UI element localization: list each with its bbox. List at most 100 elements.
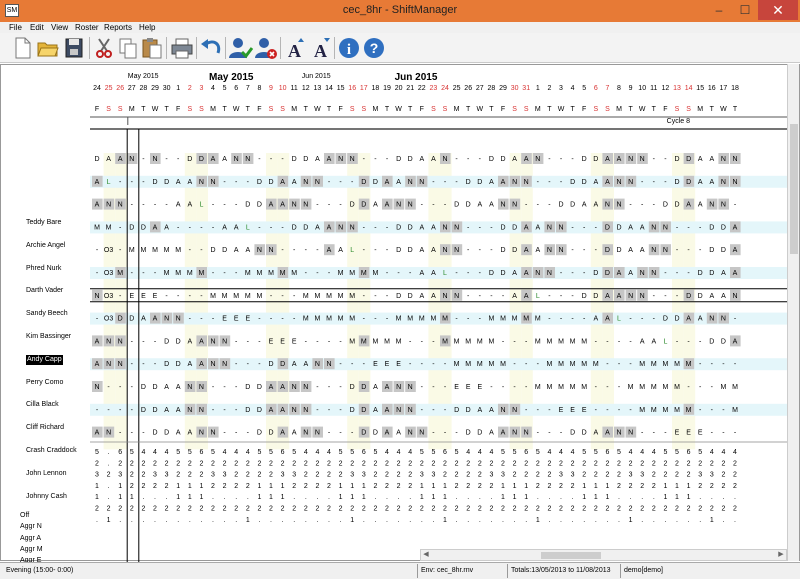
summary-value: 6 (443, 449, 447, 456)
status-shift: Evening (15:00- 0:00) (6, 567, 74, 574)
weekday-letter: T (304, 106, 309, 113)
status-bar: Evening (15:00- 0:00) Env: cec_8hr.rnv T… (0, 562, 800, 579)
weekday-letter: W (314, 106, 321, 113)
staff-name[interactable]: Johnny Cash (26, 492, 67, 502)
minimize-button[interactable]: – (706, 0, 732, 20)
scroll-right-arrow-icon[interactable]: ▶ (776, 550, 786, 560)
staff-name[interactable]: Darth Vader (26, 286, 63, 296)
staff-name[interactable]: Crash Craddock (26, 446, 77, 456)
shift-code: A (199, 338, 204, 345)
shift-code: A (698, 202, 703, 209)
new-file-icon[interactable] (9, 35, 35, 61)
staff-name[interactable]: Andy Capp (26, 354, 63, 365)
shift-code: - (339, 430, 342, 437)
staff-name[interactable]: Sandy Beech (26, 309, 68, 319)
day-number: 4 (571, 85, 575, 92)
shift-code: D (361, 407, 366, 414)
day-number: 8 (617, 85, 621, 92)
add-user-icon[interactable] (227, 35, 254, 61)
shift-code: A (176, 430, 181, 437)
summary-value: 5 (501, 449, 505, 456)
print-icon[interactable] (169, 35, 195, 61)
summary-value: 2 (176, 472, 180, 479)
shift-code: - (165, 202, 168, 209)
close-button[interactable]: ✕ (758, 0, 798, 20)
font-increase-icon[interactable]: A (282, 35, 308, 61)
summary-value: 1 (513, 494, 517, 501)
weekday-letter: M (291, 106, 297, 113)
vertical-scroll-thumb[interactable] (790, 124, 798, 254)
roster-grid[interactable]: May 2015 May 2015 Jun 2015 Jun 2015 24 F 25 S 26… (90, 65, 790, 562)
paste-icon[interactable] (139, 35, 165, 61)
cut-icon[interactable] (91, 35, 117, 61)
staff-name[interactable]: Phred Nurk (26, 264, 61, 274)
summary-value: 2 (431, 460, 435, 467)
summary-value: 2 (130, 506, 134, 513)
shift-code: - (467, 156, 470, 163)
scroll-left-arrow-icon[interactable]: ◀ (421, 550, 431, 560)
shift-code: - (455, 430, 458, 437)
summary-value: 2 (385, 483, 389, 490)
remove-user-icon[interactable] (253, 35, 279, 61)
weekday-letter: S (118, 106, 123, 113)
summary-value: 2 (629, 460, 633, 467)
shift-code: - (293, 247, 296, 254)
horizontal-scrollbar[interactable]: ◀ ▶ (420, 549, 787, 561)
summary-value: . (734, 494, 736, 501)
shift-code: D (350, 407, 355, 414)
horizontal-scroll-thumb[interactable] (541, 552, 601, 559)
staff-name[interactable]: John Lennon (26, 469, 66, 479)
menu-file[interactable]: File (9, 22, 22, 33)
shift-code: A (292, 179, 297, 186)
save-icon[interactable] (61, 35, 87, 61)
shift-code: - (653, 202, 656, 209)
shift-code: N (106, 361, 111, 368)
staff-name[interactable]: Cilla Black (26, 400, 59, 410)
copy-icon[interactable] (115, 35, 141, 61)
shift-code: M (326, 293, 332, 300)
summary-value: 5 (663, 449, 667, 456)
summary-value: 2 (188, 460, 192, 467)
shift-code: M (349, 316, 355, 323)
menu-help[interactable]: Help (139, 22, 155, 33)
summary-value: 2 (269, 460, 273, 467)
open-folder-icon[interactable] (35, 35, 61, 61)
vertical-scrollbar[interactable] (787, 64, 799, 561)
staff-name[interactable]: Teddy Bare (26, 218, 61, 228)
menu-edit[interactable]: Edit (30, 22, 44, 33)
summary-value: 2 (107, 506, 111, 513)
help-icon[interactable]: ? (361, 35, 387, 61)
shift-code: D (721, 338, 726, 345)
shift-code: D (500, 224, 505, 231)
staff-name[interactable]: Perry Como (26, 378, 63, 388)
shift-code: D (303, 156, 308, 163)
menu-roster[interactable]: Roster (75, 22, 99, 33)
shift-code: - (247, 430, 250, 437)
summary-value: 3 (223, 472, 227, 479)
shift-code: M (164, 270, 170, 277)
shift-code: M (662, 361, 668, 368)
day-number: 25 (105, 85, 113, 92)
shift-code: M (407, 316, 413, 323)
shift-code: - (467, 293, 470, 300)
font-decrease-icon[interactable]: A (308, 35, 334, 61)
weekday-letter: M (372, 106, 378, 113)
shift-code: A (489, 202, 494, 209)
staff-name[interactable]: Archie Angel (26, 241, 65, 251)
staff-name[interactable]: Cliff Richard (26, 423, 64, 433)
menu-view[interactable]: View (51, 22, 68, 33)
summary-value: 3 (698, 472, 702, 479)
shift-code: - (711, 384, 714, 391)
summary-value: 2 (594, 506, 598, 513)
staff-name[interactable]: Kim Bassinger (26, 332, 71, 342)
maximize-button[interactable]: ☐ (732, 0, 758, 20)
svg-text:?: ? (370, 40, 379, 56)
menu-reports[interactable]: Reports (104, 22, 132, 33)
shift-code: D (303, 224, 308, 231)
shift-code: A (211, 156, 216, 163)
summary-value: 1 (281, 483, 285, 490)
info-icon[interactable]: i (336, 35, 362, 61)
undo-icon[interactable] (198, 35, 224, 61)
summary-value: . (224, 517, 226, 524)
shift-code: - (328, 430, 331, 437)
